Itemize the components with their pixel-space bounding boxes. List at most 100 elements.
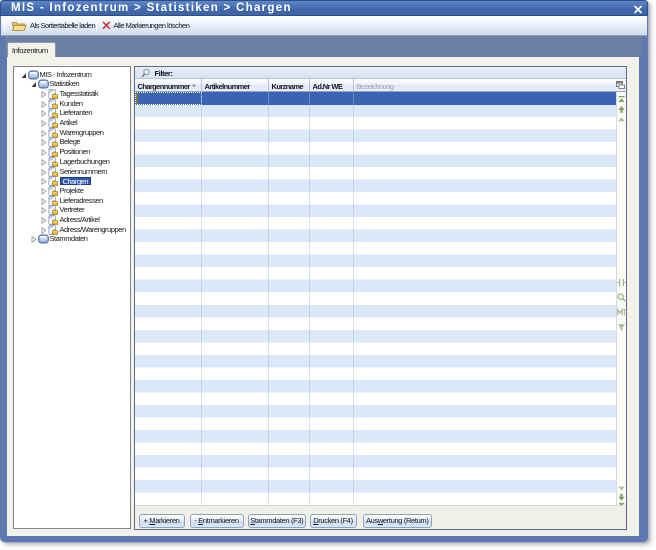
tree-item-expander[interactable] [41, 159, 47, 166]
tree-item-expander[interactable] [41, 207, 47, 214]
tree-item-stammdaten[interactable]: Stammdaten [14, 234, 130, 244]
tree-item-label[interactable]: Statistiken [50, 79, 80, 89]
tree-item-tagesstatistik[interactable]: Tagesstatistik [14, 89, 130, 99]
toolbar-label: Als Sortiertabelle laden [30, 21, 95, 30]
tree-item-positionen[interactable]: Positionen [14, 147, 130, 157]
fit-columns-icon[interactable] [617, 278, 626, 287]
scroll-page-up-icon[interactable] [617, 105, 626, 114]
toolbar-separator [96, 19, 97, 31]
tree-item-expander[interactable] [41, 217, 47, 224]
tree-item-label[interactable]: Chargen [60, 177, 92, 186]
column-header-bezeichnung[interactable]: Bezeichnung [354, 79, 626, 92]
tree-item-icon [28, 70, 38, 80]
tree-item-artikel[interactable]: Artikel [14, 118, 130, 128]
column-chooser-cell[interactable] [616, 79, 626, 92]
tree-collapsed-icon [41, 217, 47, 224]
tree-item-lieferadressen[interactable]: Lieferadressen [14, 196, 130, 206]
tree-item-label[interactable]: Kunden [60, 99, 83, 109]
tree-item-label[interactable]: Seriennummern [60, 167, 108, 177]
tree-item-expander[interactable] [41, 188, 47, 195]
tree-item-expander[interactable] [41, 101, 47, 108]
scroll-down-icon[interactable] [617, 484, 626, 493]
tree-item-adress-warengruppen[interactable]: Adress/Warengruppen [14, 225, 130, 235]
report-folder-icon [48, 137, 58, 147]
tree-item-label[interactable]: Positionen [60, 147, 91, 157]
tree-item-chargen[interactable]: Chargen [14, 176, 130, 186]
tree-item-icon [48, 205, 58, 215]
tree-item-label[interactable]: Lieferanten [60, 108, 93, 118]
scroll-top-icon[interactable] [617, 95, 626, 104]
tree-item-expander[interactable] [41, 169, 47, 176]
tree-item-expander[interactable] [31, 236, 37, 243]
tree-item-projekte[interactable]: Projekte [14, 186, 130, 196]
tree-item-lieferanten[interactable]: Lieferanten [14, 108, 130, 118]
report-folder-icon [48, 167, 58, 177]
tree-item-warengruppen[interactable]: Warengruppen [14, 128, 130, 138]
tree-item-label[interactable]: Belege [60, 137, 81, 147]
tree-expanded-icon [21, 72, 27, 79]
tree-item-label[interactable]: Tagesstatistik [60, 89, 99, 99]
tree-collapsed-icon [41, 130, 47, 137]
grid-body[interactable] [135, 92, 616, 505]
toolbar-button-clear-marks[interactable]: Alle Markierungen löschen [102, 16, 190, 35]
tree-item-lagerbuchungen[interactable]: Lagerbuchungen [14, 157, 130, 167]
column-header-chargennummer[interactable]: Chargennummer [135, 79, 202, 92]
tree-item-expander[interactable] [41, 91, 47, 98]
button-drucken-f4[interactable]: Drucken (F4) [310, 514, 357, 528]
search-icon[interactable] [617, 293, 626, 302]
report-folder-icon [48, 205, 58, 215]
tree-item-expander[interactable] [41, 110, 47, 117]
tree-item-icon [48, 186, 58, 196]
report-folder-icon [48, 147, 58, 157]
tree-item-kunden[interactable]: Kunden [14, 99, 130, 109]
scroll-up-icon[interactable] [617, 115, 626, 124]
filter-funnel-icon[interactable] [617, 323, 626, 332]
tree-item-label[interactable]: Projekte [60, 186, 84, 196]
tree-item-label[interactable]: Warengruppen [60, 128, 104, 138]
grid-footer: + Markieren - Entmarkieren Stammdaten (F3)… [135, 505, 626, 529]
tree-item-expander[interactable] [41, 149, 47, 156]
tree-item-label[interactable]: Adress/Artikel [60, 215, 100, 225]
tab-infozentrum[interactable]: Infozentrum [7, 42, 56, 57]
tree-item-label[interactable]: Lagerbuchungen [60, 157, 110, 167]
tree-item-expander[interactable] [41, 120, 47, 127]
tree-item-vertreter[interactable]: Vertreter [14, 205, 130, 215]
tree-item-label[interactable]: Artikel [60, 118, 78, 128]
grid-filter-row[interactable]: Filter: [135, 67, 626, 79]
tree-item-expander[interactable] [41, 227, 47, 234]
tree-item-seriennummern[interactable]: Seriennummern [14, 167, 130, 177]
tree-item-statistiken[interactable]: Statistiken [14, 79, 130, 89]
tree-item-mis-infozentrum[interactable]: MIS - Infozentrum [14, 70, 130, 80]
tree-item-label[interactable]: Stammdaten [50, 234, 88, 244]
tab-strip: Infozentrum [5, 36, 642, 57]
tree-item-expander[interactable] [41, 178, 47, 185]
toolbar-grip [4, 19, 5, 31]
tree-item-expander[interactable] [41, 139, 47, 146]
button-stammdaten-f3[interactable]: Stammdaten (F3) [248, 514, 306, 528]
tree-item-label[interactable]: Lieferadressen [60, 196, 103, 206]
title-bar: MIS - Infozentrum > Statistiken > Charge… [0, 0, 648, 16]
button-entmarkieren[interactable]: - Entmarkieren [190, 514, 244, 528]
column-header-artikelnummer[interactable]: Artikelnummer [202, 79, 269, 92]
tree-collapsed-icon [41, 178, 47, 185]
close-button[interactable] [633, 4, 643, 14]
button-auswertung-return[interactable]: Auswertung (Return) [363, 514, 433, 528]
tree-item-expander[interactable] [41, 130, 47, 137]
tree-item-expander[interactable] [41, 198, 47, 205]
tree-item-expander[interactable] [31, 81, 37, 88]
tree-item-label[interactable]: Adress/Warengruppen [60, 225, 126, 235]
tree-item-expander[interactable] [21, 72, 27, 79]
tree-item-icon [48, 137, 58, 147]
tree-collapsed-icon [41, 91, 47, 98]
selected-row[interactable] [135, 92, 616, 105]
column-header-ad-nr-we[interactable]: Ad.Nr WE [310, 79, 354, 92]
tree-item-adress-artikel[interactable]: Adress/Artikel [14, 215, 130, 225]
tree-item-label[interactable]: MIS - Infozentrum [40, 70, 92, 80]
tree-item-label[interactable]: Vertreter [60, 205, 85, 215]
button-markieren[interactable]: + Markieren [139, 514, 185, 528]
aggregate-icon[interactable] [617, 308, 626, 317]
tree-item-belege[interactable]: Belege [14, 137, 130, 147]
toolbar-button-load-sort-table[interactable]: Als Sortiertabelle laden [11, 16, 95, 35]
report-folder-icon [48, 186, 58, 196]
column-header-kurzname[interactable]: Kurzname [269, 79, 310, 92]
